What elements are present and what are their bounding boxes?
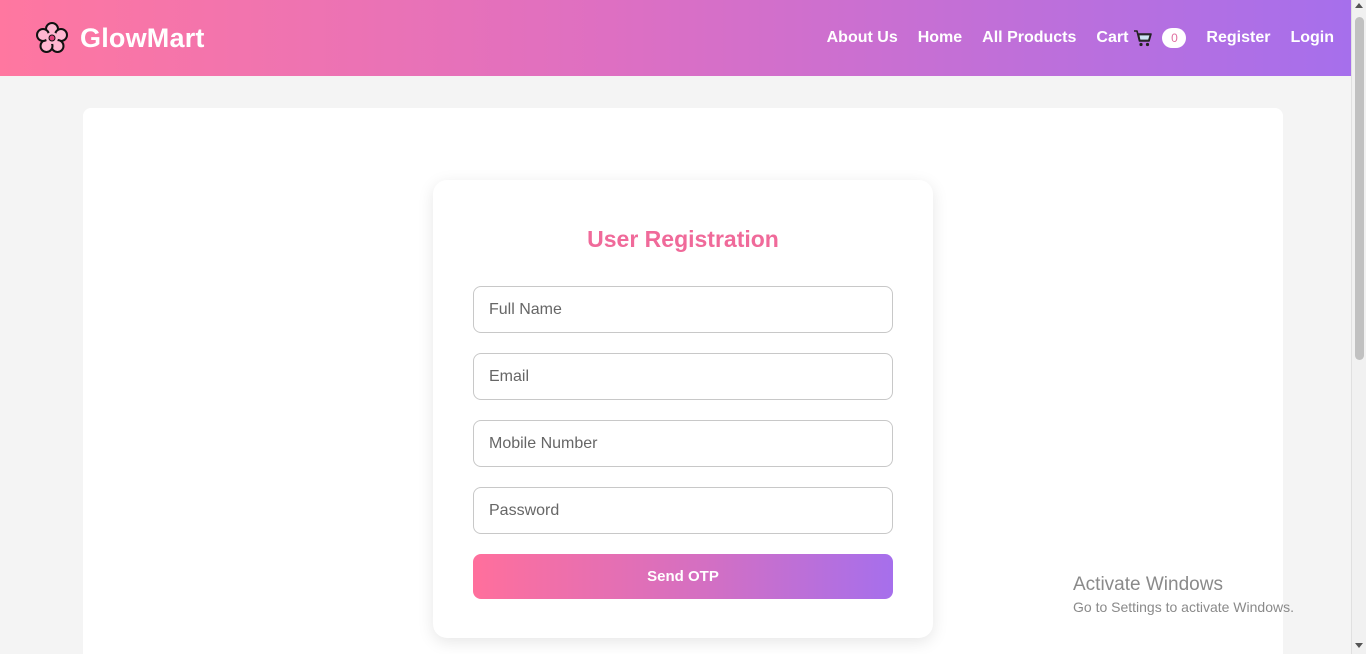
brand[interactable]: GlowMart	[34, 20, 205, 56]
mobile-number-input[interactable]	[473, 420, 893, 467]
top-navbar: GlowMart About Us Home All Products Cart…	[0, 0, 1351, 76]
scroll-thumb[interactable]	[1355, 17, 1364, 360]
scroll-up-arrow-icon[interactable]	[1355, 3, 1363, 8]
scroll-down-arrow-icon[interactable]	[1355, 643, 1363, 648]
watermark-title: Activate Windows	[1073, 574, 1223, 595]
watermark-subtitle: Go to Settings to activate Windows.	[1073, 599, 1294, 615]
password-input[interactable]	[473, 487, 893, 534]
registration-form: User Registration Send OTP	[433, 180, 933, 638]
nav-links: About Us Home All Products Cart 0 Regist…	[827, 28, 1334, 48]
cart-label: Cart	[1096, 29, 1129, 46]
windows-activation-watermark: Activate Windows Go to Settings to activ…	[1073, 574, 1294, 615]
nav-about[interactable]: About Us	[827, 29, 898, 47]
nav-login[interactable]: Login	[1290, 29, 1334, 47]
cart-count-badge: 0	[1162, 28, 1187, 48]
nav-all-products[interactable]: All Products	[982, 29, 1076, 47]
nav-register[interactable]: Register	[1206, 29, 1270, 47]
form-title: User Registration	[587, 226, 779, 252]
email-input[interactable]	[473, 353, 893, 400]
flower-icon	[34, 20, 70, 56]
shopping-cart-icon	[1133, 28, 1153, 48]
full-name-input[interactable]	[473, 286, 893, 333]
send-otp-button[interactable]: Send OTP	[473, 554, 893, 599]
nav-cart[interactable]: Cart 0	[1096, 28, 1187, 48]
brand-name: GlowMart	[80, 22, 205, 53]
nav-home[interactable]: Home	[918, 29, 962, 47]
vertical-scrollbar[interactable]	[1351, 0, 1366, 654]
